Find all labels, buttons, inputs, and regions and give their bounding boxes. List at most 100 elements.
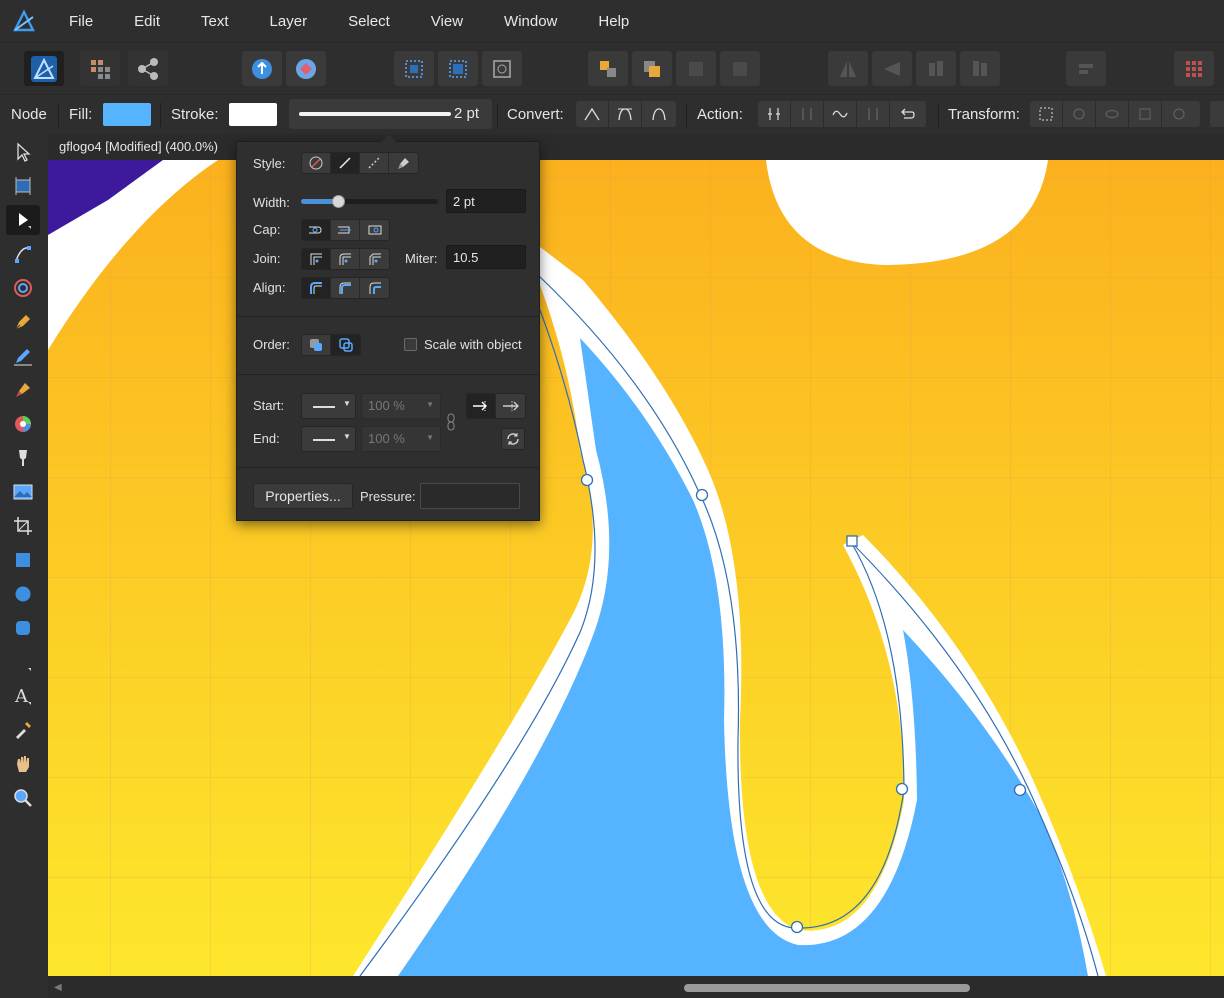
menu-help[interactable]: Help — [577, 0, 649, 42]
document-tab[interactable]: gflogo4 [Modified] (400.0%) — [48, 134, 1224, 160]
convert-sharp-icon[interactable] — [576, 101, 609, 127]
point-transform-tool-icon[interactable] — [6, 239, 40, 269]
bevel-join-icon[interactable] — [360, 249, 389, 269]
no-stroke-icon[interactable] — [302, 153, 331, 173]
texture-line-icon[interactable] — [389, 153, 418, 173]
vector-brush-tool-icon[interactable] — [6, 375, 40, 405]
move-tool-icon[interactable] — [6, 137, 40, 167]
arrange-back-icon[interactable] — [588, 51, 628, 86]
text-tool-icon[interactable]: A — [6, 681, 40, 711]
pressure-graph[interactable] — [420, 483, 520, 509]
transparency-tool-icon[interactable] — [6, 443, 40, 473]
select-inside-icon[interactable] — [438, 51, 478, 86]
assistant-settings-icon[interactable] — [1174, 51, 1214, 86]
transform-mode-icon[interactable] — [482, 51, 522, 86]
reverse-curve-icon[interactable] — [890, 101, 923, 127]
width-slider-knob[interactable] — [331, 195, 345, 208]
export-persona-button[interactable] — [128, 51, 168, 86]
solid-line-icon[interactable] — [331, 153, 360, 173]
width-input[interactable]: 2 pt — [446, 189, 526, 213]
menu-layer[interactable]: Layer — [249, 0, 328, 42]
arrange-forward-icon[interactable] — [632, 51, 672, 86]
transform-origin-icon[interactable] — [1063, 101, 1096, 127]
butt-cap-icon[interactable] — [302, 220, 331, 240]
scale-with-object-checkbox[interactable] — [404, 338, 417, 351]
transform-misc-icon[interactable] — [1162, 101, 1195, 127]
path-node-selected[interactable] — [846, 535, 858, 547]
width-slider[interactable] — [301, 195, 438, 208]
document-setup-icon[interactable] — [242, 51, 282, 86]
swap-arrowheads-icon[interactable] — [501, 428, 525, 450]
pixel-persona-button[interactable] — [80, 51, 120, 86]
round-join-icon[interactable] — [331, 249, 360, 269]
crescent-tool-icon[interactable] — [6, 647, 40, 677]
snapping-icon[interactable] — [286, 51, 326, 86]
start-arrowhead-dropdown[interactable]: ▼ — [301, 393, 356, 419]
square-cap-icon[interactable] — [360, 220, 389, 240]
crop-tool-icon[interactable] — [6, 511, 40, 541]
place-image-tool-icon[interactable] — [6, 477, 40, 507]
stroke-swatch[interactable] — [229, 103, 277, 126]
scrollbar-thumb[interactable] — [684, 984, 970, 992]
scroll-left-icon[interactable]: ◀ — [54, 982, 62, 993]
smooth-curve-icon[interactable] — [824, 101, 857, 127]
arrange-front-icon[interactable] — [676, 51, 716, 86]
stroke-front-icon[interactable] — [331, 335, 360, 355]
stroke-behind-icon[interactable] — [302, 335, 331, 355]
corner-tool-icon[interactable] — [6, 273, 40, 303]
break-curve-icon[interactable] — [758, 101, 791, 127]
canvas[interactable] — [48, 160, 1224, 976]
menu-text[interactable]: Text — [180, 0, 249, 42]
rotate-left-icon[interactable] — [916, 51, 956, 86]
context-overflow[interactable] — [1210, 101, 1224, 127]
pen-tool-icon[interactable] — [6, 307, 40, 337]
flip-vertical-icon[interactable] — [872, 51, 912, 86]
link-icon[interactable] — [446, 412, 456, 435]
transform-eye-icon[interactable] — [1096, 101, 1129, 127]
close-curve-icon[interactable] — [791, 101, 824, 127]
pencil-tool-icon[interactable] — [6, 341, 40, 371]
menu-edit[interactable]: Edit — [113, 0, 180, 42]
miter-input[interactable]: 10.5 — [446, 245, 526, 269]
join-curves-icon[interactable] — [857, 101, 890, 127]
transform-grid-icon[interactable] — [1129, 101, 1162, 127]
align-inside-icon[interactable] — [331, 278, 360, 298]
round-cap-icon[interactable] — [331, 220, 360, 240]
path-node[interactable] — [695, 488, 709, 502]
color-picker-tool-icon[interactable] — [6, 715, 40, 745]
zoom-tool-icon[interactable] — [6, 783, 40, 813]
arrange-top-icon[interactable] — [720, 51, 760, 86]
node-tool-icon[interactable] — [6, 205, 40, 235]
path-node[interactable] — [580, 473, 594, 487]
rotate-right-icon[interactable] — [960, 51, 1000, 86]
convert-smooth-icon[interactable] — [609, 101, 642, 127]
path-node[interactable] — [790, 920, 804, 934]
flip-horizontal-icon[interactable] — [828, 51, 868, 86]
properties-button[interactable]: Properties... — [253, 483, 353, 509]
fill-tool-icon[interactable] — [6, 409, 40, 439]
horizontal-scrollbar[interactable]: ◀ — [48, 976, 1224, 998]
fill-swatch[interactable] — [103, 103, 151, 126]
arrow-inside-icon[interactable] — [467, 394, 496, 418]
align-outside-icon[interactable] — [360, 278, 389, 298]
convert-smart-icon[interactable] — [642, 101, 675, 127]
align-center-icon[interactable] — [302, 278, 331, 298]
rounded-rectangle-tool-icon[interactable] — [6, 613, 40, 643]
menu-view[interactable]: View — [410, 0, 483, 42]
arrow-outside-icon[interactable] — [496, 394, 525, 418]
ellipse-tool-icon[interactable] — [6, 579, 40, 609]
path-node[interactable] — [1013, 783, 1027, 797]
transform-box-icon[interactable] — [1030, 101, 1063, 127]
stroke-width-dropdown[interactable]: 2 pt — [289, 99, 492, 129]
artboard-tool-icon[interactable] — [6, 171, 40, 201]
select-all-icon[interactable] — [394, 51, 434, 86]
path-node[interactable] — [895, 782, 909, 796]
view-tool-icon[interactable] — [6, 749, 40, 779]
end-arrowhead-dropdown[interactable]: ▼ — [301, 426, 356, 452]
menu-file[interactable]: File — [48, 0, 113, 42]
dashed-line-icon[interactable] — [360, 153, 389, 173]
menu-window[interactable]: Window — [483, 0, 577, 42]
alignment-icon[interactable] — [1066, 51, 1106, 86]
menu-select[interactable]: Select — [327, 0, 410, 42]
miter-join-icon[interactable] — [302, 249, 331, 269]
